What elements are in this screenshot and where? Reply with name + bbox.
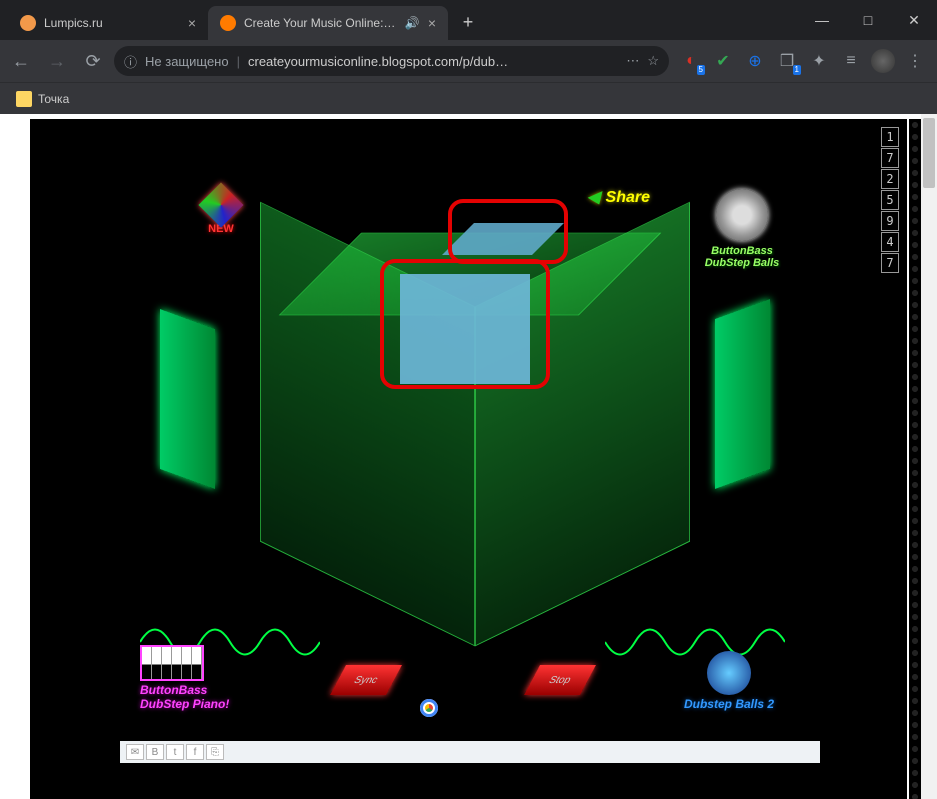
active-cell-front[interactable] (400, 274, 530, 384)
new-cube-icon (198, 182, 243, 227)
chrome-icon[interactable] (420, 699, 438, 717)
link-label: Dubstep Balls 2 (684, 697, 774, 711)
link-line1: ButtonBass (682, 245, 802, 257)
address-bar[interactable]: ⓘ Не защищено | createyourmusiconline.bl… (114, 46, 669, 76)
new-tab-button[interactable]: + (454, 8, 482, 36)
share-pinterest-icon[interactable]: ⎘ (206, 744, 224, 760)
sync-button[interactable]: Sync (330, 665, 402, 695)
folder-icon (16, 91, 32, 107)
badge: 5 (697, 65, 705, 75)
close-window-button[interactable]: ✕ (891, 0, 937, 40)
balls-icon (716, 189, 768, 241)
maximize-button[interactable]: □ (845, 0, 891, 40)
window-titlebar: Lumpics.ru × Create Your Music Online: D… (0, 0, 937, 40)
share-email-icon[interactable]: ✉ (126, 744, 144, 760)
visualizer-pillar-left (160, 309, 215, 489)
site-info-icon[interactable]: ⓘ (124, 52, 137, 71)
share-blogger-icon[interactable]: B (146, 744, 164, 760)
visualizer-pillar-right (715, 299, 770, 489)
blog-page: NEW Share ButtonBass DubStep Balls (30, 119, 907, 799)
dubstep-balls-2-link[interactable]: Dubstep Balls 2 (654, 651, 804, 711)
new-badge[interactable]: NEW (205, 189, 237, 235)
buttonbass-dubstep-piano-link[interactable]: ButtonBass DubStep Piano! (140, 645, 300, 711)
minimize-button[interactable]: — (799, 0, 845, 40)
page-actions-icon[interactable]: ⋯ (626, 53, 639, 69)
link-line1: ButtonBass (140, 683, 207, 697)
chrome-menu-button[interactable]: ⋮ (903, 49, 927, 73)
extensions-puzzle-icon[interactable]: ✦ (807, 49, 831, 73)
counter-digit: 1 (881, 127, 899, 147)
dubstep-cube-app[interactable]: NEW Share ButtonBass DubStep Balls (120, 119, 820, 729)
scrollbar-thumb[interactable] (923, 118, 935, 188)
link-line2: DubStep Piano! (140, 697, 229, 711)
counter-digit: 5 (881, 190, 899, 210)
badge: 1 (793, 65, 801, 75)
counter-digit: 7 (881, 148, 899, 168)
bookmark-tochka[interactable]: Точка (10, 89, 75, 109)
tab-strip: Lumpics.ru × Create Your Music Online: D… (0, 0, 799, 40)
close-icon[interactable]: × (188, 15, 196, 31)
bookmark-label: Точка (38, 92, 69, 106)
buttonbass-dubstep-balls-link[interactable]: ButtonBass DubStep Balls (682, 189, 802, 269)
share-twitter-icon[interactable]: t (166, 744, 184, 760)
forward-button[interactable]: → (42, 46, 72, 76)
url-text: createyourmusiconline.blogspot.com/p/dub… (248, 54, 618, 69)
share-facebook-icon[interactable]: f (186, 744, 204, 760)
reload-button[interactable]: ⟳ (78, 46, 108, 76)
audio-icon[interactable]: 🔊 (405, 16, 420, 30)
page-scrollbar[interactable] (921, 114, 937, 799)
adblock-extension-icon[interactable]: ◐5 (679, 49, 703, 73)
counter-digit: 9 (881, 211, 899, 231)
piano-icon (140, 645, 204, 681)
back-button[interactable]: ← (6, 46, 36, 76)
stop-button[interactable]: Stop (524, 665, 596, 695)
link-line2: DubStep Balls (682, 257, 802, 269)
music-cube[interactable] (260, 199, 690, 629)
checkmark-extension-icon[interactable]: ✔ (711, 49, 735, 73)
bookmark-star-icon[interactable]: ☆ (647, 53, 659, 69)
visitor-counter: 1 7 2 5 9 4 7 (881, 127, 901, 274)
close-icon[interactable]: × (428, 15, 436, 31)
counter-digit: 7 (881, 253, 899, 273)
counter-digit: 2 (881, 169, 899, 189)
extension-icons: ◐5 ✔ ⊕ ❒1 ✦ ≡ ⋮ (675, 49, 931, 73)
reading-list-icon[interactable]: ≡ (839, 49, 863, 73)
favicon-icon (20, 15, 36, 31)
window-controls: — □ ✕ (799, 0, 937, 40)
profile-avatar[interactable] (871, 49, 895, 73)
security-label: Не защищено (145, 54, 229, 69)
tab-createyourmusic[interactable]: Create Your Music Online: Du 🔊 × (208, 6, 448, 40)
tab-lumpics[interactable]: Lumpics.ru × (8, 6, 208, 40)
counter-digit: 4 (881, 232, 899, 252)
browser-toolbar: ← → ⟳ ⓘ Не защищено | createyourmusiconl… (0, 40, 937, 82)
globe-extension-icon[interactable]: ⊕ (743, 49, 767, 73)
post-share-toolbar: ✉ B t f ⎘ (120, 741, 820, 763)
page-viewport: NEW Share ButtonBass DubStep Balls (0, 114, 937, 799)
favicon-icon (220, 15, 236, 31)
bookmarks-bar: Точка (0, 82, 937, 114)
cube-extension-icon[interactable]: ❒1 (775, 49, 799, 73)
balls2-icon (707, 651, 751, 695)
tab-title: Create Your Music Online: Du (244, 16, 397, 30)
tab-title: Lumpics.ru (44, 16, 180, 30)
